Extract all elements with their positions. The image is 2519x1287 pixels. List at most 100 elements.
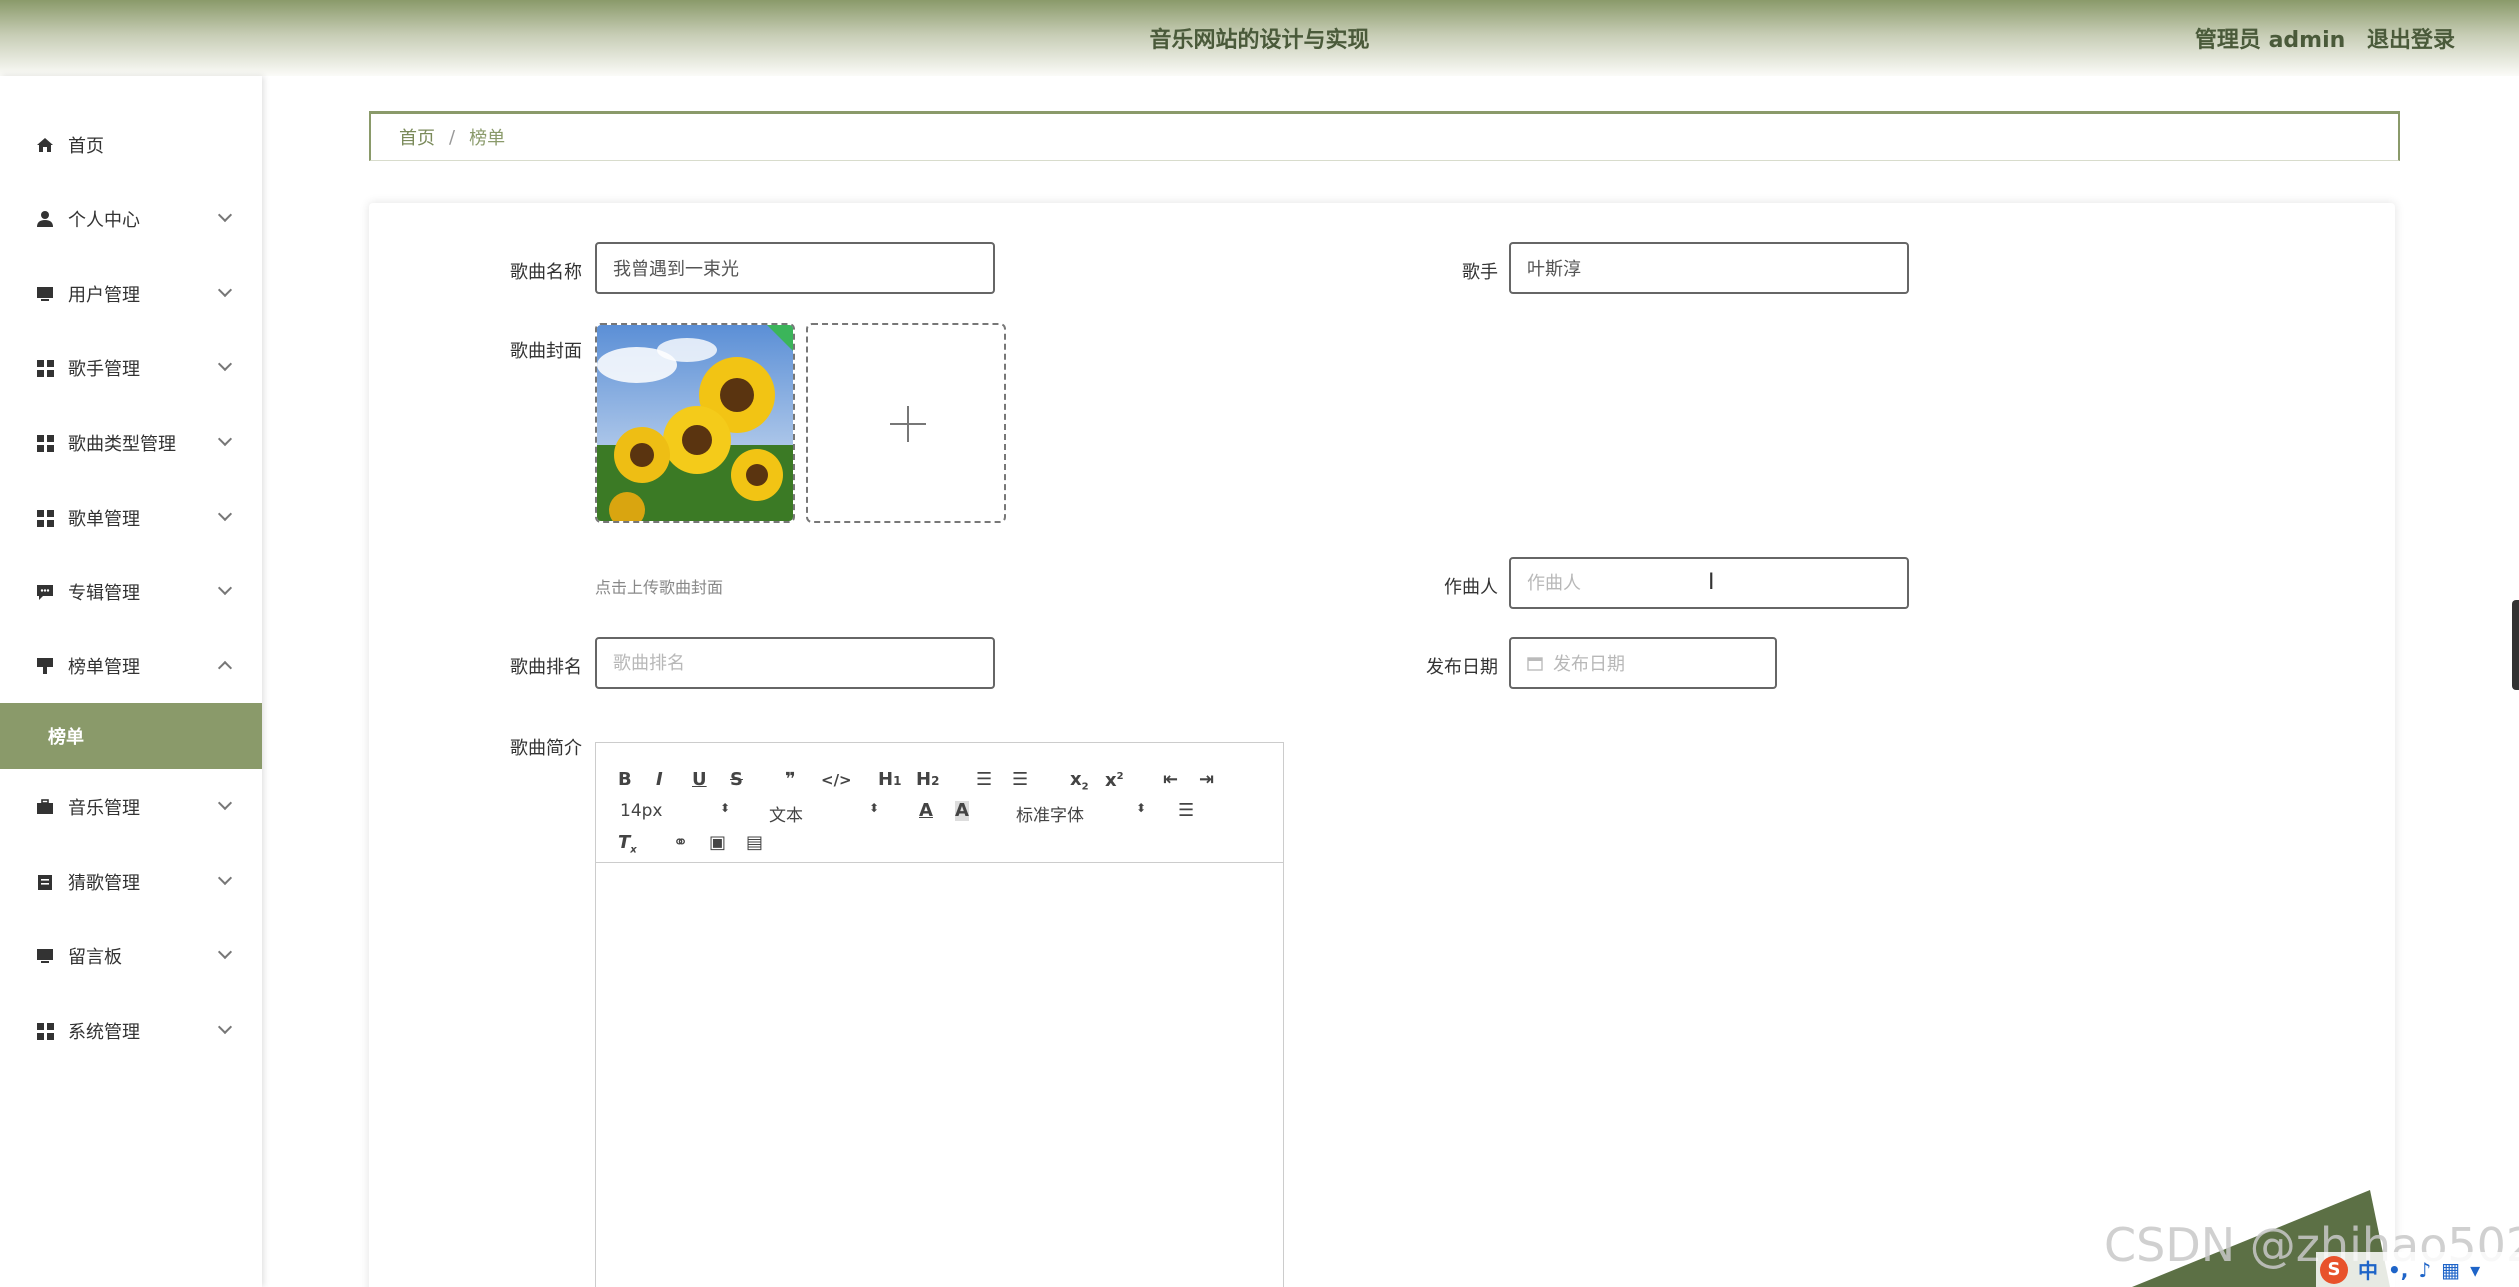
sidebar-item-label: 歌曲类型管理 [68, 434, 176, 455]
clear-format-icon[interactable]: Tx [618, 833, 637, 861]
breadcrumb-separator: / [449, 126, 456, 148]
grid-icon [36, 359, 54, 377]
font-family-select[interactable]: 标准字体 ⬍ [1016, 801, 1146, 826]
cover-image-preview[interactable] [595, 323, 795, 523]
song-name-input[interactable] [595, 242, 995, 294]
cover-upload-button[interactable] [806, 323, 1006, 523]
sidebar-subitem-chart[interactable]: 榜单 [0, 703, 262, 769]
image-icon[interactable]: ▣ [709, 833, 726, 853]
select-arrows-icon: ⬍ [869, 801, 880, 815]
chevron-down-icon [217, 282, 233, 298]
chevron-down-icon [217, 431, 233, 447]
sunflower-image [597, 325, 793, 521]
top-header: 音乐网站的设计与实现 管理员 admin 退出登录 [0, 0, 2519, 76]
chevron-down-icon [217, 795, 233, 811]
link-icon[interactable]: ⚭ [673, 833, 688, 853]
subscript-button[interactable]: x2 [1070, 770, 1089, 798]
sidebar-item-playlists[interactable]: 歌单管理 [0, 481, 262, 555]
sidebar-item-guess-song[interactable]: 猜歌管理 [0, 845, 262, 919]
ime-toolbar[interactable]: S 中 •, ♪ ▦ ▾ [2316, 1252, 2519, 1287]
code-button[interactable]: </> [821, 770, 852, 790]
h2-button[interactable]: H2 [916, 770, 939, 791]
user-label: 管理员 admin [2194, 28, 2346, 53]
chevron-down-icon [217, 506, 233, 522]
punctuation-icon: •, [2388, 1257, 2409, 1282]
rank-input[interactable] [595, 637, 995, 689]
sidebar-item-label: 系统管理 [68, 1022, 140, 1043]
sidebar-item-label: 歌手管理 [68, 359, 140, 380]
chevron-down-icon [217, 207, 233, 223]
select-arrows-icon: ⬍ [720, 801, 731, 815]
calendar-icon [1527, 657, 1543, 671]
grid-icon [36, 434, 54, 452]
font-color-icon[interactable]: A [919, 801, 933, 821]
sidebar-item-albums[interactable]: 专辑管理 [0, 555, 262, 629]
h1-button[interactable]: H1 [878, 770, 901, 791]
text-type-select[interactable]: 文本 ⬍ [769, 801, 889, 826]
italic-button[interactable]: I [656, 770, 663, 790]
sidebar-item-label: 首页 [68, 136, 104, 157]
select-arrows-icon: ⬍ [1136, 801, 1147, 815]
sidebar-subitem-label: 榜单 [48, 727, 84, 748]
breadcrumb-home[interactable]: 首页 [399, 124, 435, 150]
grid-icon [36, 1022, 54, 1040]
singer-input[interactable] [1509, 242, 1909, 294]
release-date-picker[interactable]: 发布日期 [1509, 637, 1777, 689]
grid-icon [36, 509, 54, 527]
bullet-list-icon[interactable]: ☰ [1012, 770, 1028, 790]
background-color-icon[interactable]: A [955, 801, 969, 821]
logout-button[interactable]: 退出登录 [2367, 28, 2455, 53]
ime-mode-label: 中 [2358, 1259, 2378, 1283]
monitor-icon [36, 947, 54, 965]
align-left-icon[interactable]: ☰ [1178, 801, 1194, 821]
font-size-select[interactable]: 14px ⬍ [620, 801, 730, 821]
underline-button[interactable]: U [692, 770, 707, 790]
sidebar-item-system[interactable]: 系统管理 [0, 994, 262, 1068]
breadcrumb: 首页 / 榜单 [369, 111, 2400, 161]
cover-upload-hint: 点击上传歌曲封面 [595, 578, 724, 597]
sidebar-item-song-types[interactable]: 歌曲类型管理 [0, 406, 262, 480]
sidebar-item-label: 专辑管理 [68, 583, 140, 604]
sidebar-item-home[interactable]: 首页 [0, 108, 262, 182]
sidebar-item-users[interactable]: 用户管理 [0, 257, 262, 331]
keyboard-icon: ▦ [2441, 1257, 2461, 1282]
chevron-down-icon [217, 356, 233, 372]
sidebar-item-label: 榜单管理 [68, 657, 140, 678]
sidebar-item-label: 音乐管理 [68, 798, 140, 819]
sidebar-item-music[interactable]: 音乐管理 [0, 770, 262, 844]
chevron-down-icon [217, 580, 233, 596]
side-scroll-handle[interactable] [2512, 600, 2519, 690]
release-date-placeholder: 发布日期 [1553, 654, 1625, 675]
shirt-icon: ▾ [2470, 1257, 2481, 1282]
indent-icon[interactable]: ⇥ [1199, 770, 1214, 790]
sidebar-item-message-board[interactable]: 留言板 [0, 919, 262, 993]
font-family-value: 标准字体 [1016, 806, 1084, 826]
singer-label: 歌手 [1462, 262, 1498, 283]
editor-content-area[interactable] [596, 864, 1283, 1287]
sidebar-item-charts[interactable]: 榜单管理 [0, 629, 262, 703]
blockquote-button[interactable]: ❞ [785, 770, 796, 790]
release-date-label: 发布日期 [1426, 657, 1498, 678]
home-icon [36, 136, 54, 154]
briefcase-icon [36, 798, 54, 816]
sidebar-item-personal[interactable]: 个人中心 [0, 182, 262, 256]
clipboard-icon [36, 873, 54, 891]
sidebar-item-label: 留言板 [68, 947, 122, 968]
sidebar-item-label: 歌单管理 [68, 509, 140, 530]
breadcrumb-current: 榜单 [469, 128, 506, 149]
cover-label: 歌曲封面 [510, 341, 582, 362]
bold-button[interactable]: B [618, 770, 632, 790]
text-type-value: 文本 [769, 806, 803, 826]
strike-button[interactable]: S [730, 770, 743, 790]
video-icon[interactable]: ▤ [746, 833, 763, 853]
sogou-icon: S [2320, 1255, 2348, 1284]
superscript-button[interactable]: x2 [1105, 767, 1124, 791]
sidebar-item-label: 猜歌管理 [68, 873, 140, 894]
rank-label: 歌曲排名 [510, 657, 582, 678]
sidebar-item-label: 用户管理 [68, 285, 140, 306]
ordered-list-icon[interactable]: ☰ [976, 770, 992, 790]
outdent-icon[interactable]: ⇤ [1163, 770, 1178, 790]
chevron-down-icon [217, 944, 233, 960]
chevron-down-icon [217, 870, 233, 886]
sidebar-item-singers[interactable]: 歌手管理 [0, 331, 262, 405]
